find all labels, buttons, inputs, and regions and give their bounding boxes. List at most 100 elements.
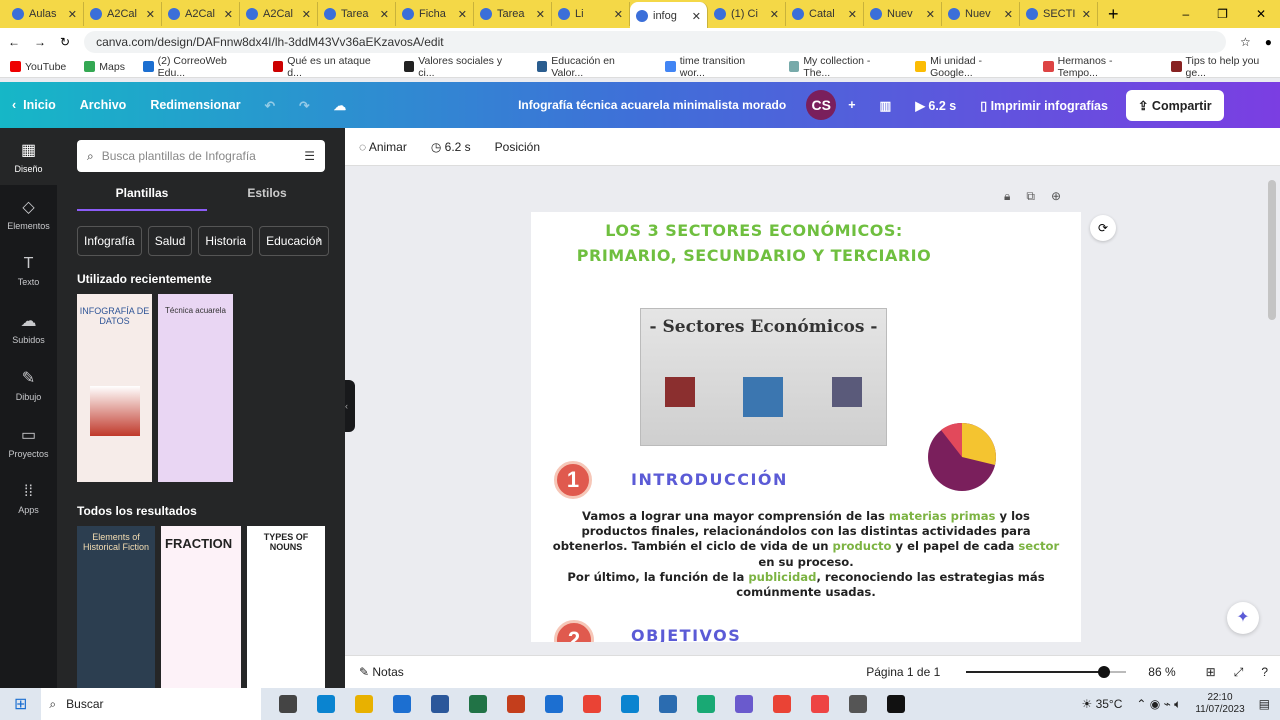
add-collaborator-icon[interactable]: + [836, 98, 867, 112]
taskbar-app-icon[interactable] [431, 695, 450, 713]
bookmark[interactable]: time transition wor... [665, 55, 771, 79]
taskbar-app-icon[interactable] [507, 695, 526, 713]
vertical-scrollbar[interactable] [1268, 180, 1276, 320]
new-tab-button[interactable]: + [1108, 4, 1119, 25]
taskbar-app-icon[interactable] [545, 695, 564, 713]
rail-item-apps[interactable]: ⁞⁞ Apps [0, 470, 57, 527]
design-page[interactable]: LOS 3 SECTORES ECONÓMICOS: PRIMARIO, SEC… [531, 212, 1081, 642]
help-icon[interactable]: ? [1261, 665, 1268, 679]
minimize-icon[interactable]: – [1182, 7, 1189, 21]
star-icon[interactable]: ☆ [1240, 35, 1251, 49]
browser-tab[interactable]: Li ✕ [552, 2, 630, 26]
bookmark[interactable]: Tips to help you ge... [1170, 55, 1280, 79]
close-tab-icon[interactable]: ✕ [926, 8, 935, 21]
magic-assistant-button[interactable]: ✦ [1227, 602, 1259, 634]
zoom-level[interactable]: 86 % [1148, 665, 1175, 679]
browser-tab[interactable]: A2Cal ✕ [162, 2, 240, 26]
bookmark[interactable]: Qué es un ataque d... [272, 55, 386, 79]
close-tab-icon[interactable]: ✕ [770, 8, 779, 21]
grid-view-icon[interactable]: ⊞ [1206, 665, 1216, 679]
close-tab-icon[interactable]: ✕ [68, 8, 77, 21]
taskbar-app-icon[interactable] [887, 695, 906, 713]
filter-icon[interactable]: ☰ [304, 149, 315, 163]
browser-tab[interactable]: Nuev ✕ [942, 2, 1020, 26]
zoom-slider[interactable] [966, 666, 1127, 678]
position-button[interactable]: Posición [495, 140, 540, 154]
taskbar-app-icon[interactable] [469, 695, 488, 713]
taskbar-app-icon[interactable] [279, 695, 298, 713]
lock-icon[interactable]: 🔒︎ [1004, 189, 1010, 204]
browser-tab[interactable]: infog ✕ [630, 2, 708, 30]
browser-tab[interactable]: SECTI ✕ [1020, 2, 1098, 26]
close-tab-icon[interactable]: ✕ [146, 8, 155, 21]
browser-tab[interactable]: Aulas ✕ [6, 2, 84, 26]
browser-tab[interactable]: Ficha ✕ [396, 2, 474, 26]
file-menu[interactable]: Archivo [68, 98, 139, 112]
browser-tab[interactable]: Tarea ✕ [474, 2, 552, 26]
bookmark[interactable]: Hermanos - Tempo... [1042, 55, 1153, 79]
avatar[interactable]: CS [806, 90, 837, 120]
tab-estilos[interactable]: Estilos [207, 186, 327, 200]
result-template[interactable]: Elements of Historical Fiction [77, 526, 155, 688]
taskbar-app-icon[interactable] [849, 695, 868, 713]
duplicate-icon[interactable]: ⧉ [1026, 189, 1035, 204]
taskbar-app-icon[interactable] [393, 695, 412, 713]
rail-item-subidos[interactable]: ☁ Subidos [0, 299, 57, 356]
start-icon[interactable]: ⊞ [14, 694, 27, 714]
close-tab-icon[interactable]: ✕ [692, 10, 701, 23]
close-tab-icon[interactable]: ✕ [458, 8, 467, 21]
notes-button[interactable]: ✎ Notas [359, 665, 404, 679]
close-tab-icon[interactable]: ✕ [1082, 8, 1091, 21]
chevron-right-icon[interactable]: › [317, 232, 321, 246]
stats-icon[interactable]: ▥ [868, 98, 904, 113]
zoom-slider-thumb[interactable] [1097, 666, 1110, 678]
panel-collapse-handle[interactable]: ‹ [345, 380, 355, 432]
taskbar-app-icon[interactable] [583, 695, 602, 713]
animate-button[interactable]: ◌ Animar [359, 140, 407, 154]
rail-item-diseño[interactable]: ▦ Diseño [0, 128, 57, 185]
taskbar-app-icon[interactable] [317, 695, 336, 713]
browser-tab[interactable]: Catal ✕ [786, 2, 864, 26]
rail-item-texto[interactable]: T Texto [0, 242, 57, 299]
resize-button[interactable]: Redimensionar [138, 98, 252, 112]
fullscreen-icon[interactable]: ⤢ [1234, 665, 1244, 680]
bookmark[interactable]: Maps [84, 61, 125, 73]
bookmark[interactable]: Valores sociales y ci... [403, 55, 519, 79]
close-tab-icon[interactable]: ✕ [380, 8, 389, 21]
result-template[interactable]: FRACTION [161, 526, 241, 688]
rail-item-dibujo[interactable]: ✎ Dibujo [0, 356, 57, 413]
taskbar-app-icon[interactable] [735, 695, 754, 713]
tab-plantillas[interactable]: Plantillas [77, 186, 207, 211]
add-page-icon[interactable]: ⊕ [1051, 189, 1061, 204]
category-chip[interactable]: Infografía [77, 226, 142, 256]
browser-tab[interactable]: Tarea ✕ [318, 2, 396, 26]
weather[interactable]: ☀ 35°C [1081, 697, 1122, 711]
back-icon[interactable]: ← [8, 35, 20, 49]
taskbar-app-icon[interactable] [621, 695, 640, 713]
close-tab-icon[interactable]: ✕ [848, 8, 857, 21]
close-window-icon[interactable]: ✕ [1256, 7, 1266, 21]
cloud-save-icon[interactable]: ☁ [322, 98, 359, 113]
result-template[interactable]: TYPES OF NOUNS [247, 526, 325, 688]
browser-tab[interactable]: Nuev ✕ [864, 2, 942, 26]
clock[interactable]: 22:10 11/07/2023 [1195, 692, 1244, 716]
profile-icon[interactable]: ● [1265, 35, 1272, 49]
undo-icon[interactable]: ↶ [253, 98, 287, 113]
recent-template[interactable]: Técnica acuarela [158, 294, 233, 482]
browser-tab[interactable]: A2Cal ✕ [240, 2, 318, 26]
close-tab-icon[interactable]: ✕ [1004, 8, 1013, 21]
forward-icon[interactable]: → [34, 35, 46, 49]
close-tab-icon[interactable]: ✕ [536, 8, 545, 21]
rail-item-elementos[interactable]: ◇ Elementos [0, 185, 57, 242]
browser-tab[interactable]: A2Cal ✕ [84, 2, 162, 26]
close-tab-icon[interactable]: ✕ [614, 8, 623, 21]
recent-template[interactable]: INFOGRAFÍA DE DATOS [77, 294, 152, 482]
close-tab-icon[interactable]: ✕ [302, 8, 311, 21]
bookmark[interactable]: (2) CorreoWeb Edu... [142, 55, 255, 79]
reload-icon[interactable]: ↻ [60, 35, 70, 49]
notifications-icon[interactable]: ▤ [1259, 697, 1270, 711]
bookmark[interactable]: My collection - The... [788, 55, 898, 79]
category-chip[interactable]: Salud [147, 226, 193, 256]
taskbar-app-icon[interactable] [811, 695, 830, 713]
url-input[interactable]: canva.com/design/DAFnnw8dx4I/lh-3ddM43Vv… [84, 31, 1226, 53]
